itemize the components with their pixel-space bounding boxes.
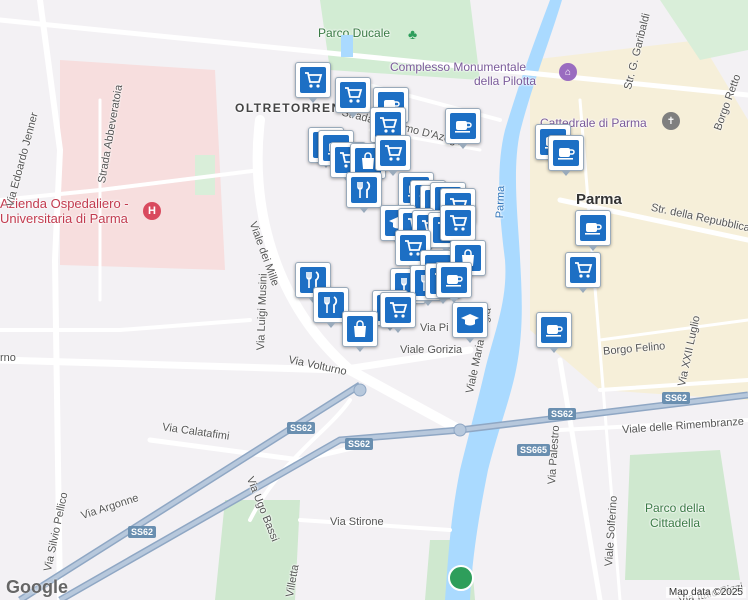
shield-ss665: SS665 xyxy=(517,444,551,456)
label-parco-ducale: Parco Ducale xyxy=(318,26,391,40)
marker-cup-4[interactable] xyxy=(445,108,481,149)
marker-cup-38[interactable] xyxy=(536,312,572,353)
restaurant-icon xyxy=(318,292,344,318)
coffee-cup-icon xyxy=(541,317,567,343)
marker-cart-9[interactable] xyxy=(375,135,411,176)
shopping-cart-icon xyxy=(340,82,366,108)
label-parma-river: Parma xyxy=(494,185,508,219)
label-complesso: Complesso Monumentale xyxy=(390,60,527,74)
shopping-cart-icon xyxy=(300,67,326,93)
label-parco-cittadella-1: Parco della xyxy=(645,501,706,515)
coffee-cup-icon xyxy=(553,140,579,166)
label-viale-gorizia: Viale Gorizia xyxy=(400,344,463,356)
coffee-cup-icon xyxy=(580,215,606,241)
shield-ss62-5: SS62 xyxy=(128,526,157,538)
shopping-bag-icon xyxy=(347,316,373,342)
shield-ss62-4: SS62 xyxy=(287,422,316,434)
pond-icon xyxy=(341,35,353,57)
hospital-icon[interactable]: H xyxy=(143,202,161,220)
marker-cup-11[interactable] xyxy=(548,135,584,176)
shopping-cart-icon xyxy=(570,257,596,283)
shield-ss62-1: SS62 xyxy=(548,408,577,420)
marker-cart-27[interactable] xyxy=(565,252,601,293)
label-azienda-2: Universitaria di Parma xyxy=(0,211,128,226)
school-cap-icon xyxy=(457,307,483,333)
label-via-pi: Via Pi xyxy=(420,322,449,334)
marker-bag-36[interactable] xyxy=(342,311,378,352)
marker-cart-22[interactable] xyxy=(440,205,476,246)
map-canvas[interactable]: Parco Ducale Complesso Monumentale della… xyxy=(0,0,748,600)
shopping-cart-icon xyxy=(385,297,411,323)
park-marker-icon[interactable] xyxy=(448,565,474,591)
coffee-cup-icon xyxy=(450,113,476,139)
google-logo: Google xyxy=(6,577,68,597)
marker-cup-23[interactable] xyxy=(575,210,611,251)
marker-cap-37[interactable] xyxy=(452,302,488,343)
marker-cart-35[interactable] xyxy=(380,292,416,333)
map-footer[interactable]: Map data ©2025 xyxy=(665,587,746,598)
label-via-stirone: Via Stirone xyxy=(330,516,384,528)
restaurant-icon xyxy=(351,177,377,203)
label-parco-cittadella-2: Cittadella xyxy=(650,516,701,530)
label-rno: rno xyxy=(0,352,16,364)
label-parma: Parma xyxy=(576,191,622,208)
shield-ss62-2: SS62 xyxy=(662,392,691,404)
museum-icon[interactable]: ⌂ xyxy=(559,63,577,81)
marker-cart-0[interactable] xyxy=(295,62,331,103)
church-icon[interactable]: ✝ xyxy=(662,112,680,130)
marker-cart-1[interactable] xyxy=(335,77,371,118)
parco-cittadella-area xyxy=(625,450,740,580)
shopping-cart-icon xyxy=(380,140,406,166)
shopping-cart-icon xyxy=(445,210,471,236)
label-azienda-1: Azienda Ospedaliero - xyxy=(0,196,129,211)
marker-fork-12[interactable] xyxy=(346,172,382,213)
coffee-cup-icon xyxy=(441,267,467,293)
label-pilotta: della Pilotta xyxy=(474,74,537,88)
marker-cup-32[interactable] xyxy=(436,262,472,303)
shield-ss62-3: SS62 xyxy=(345,438,374,450)
park-tree-icon: ♣ xyxy=(408,26,418,42)
